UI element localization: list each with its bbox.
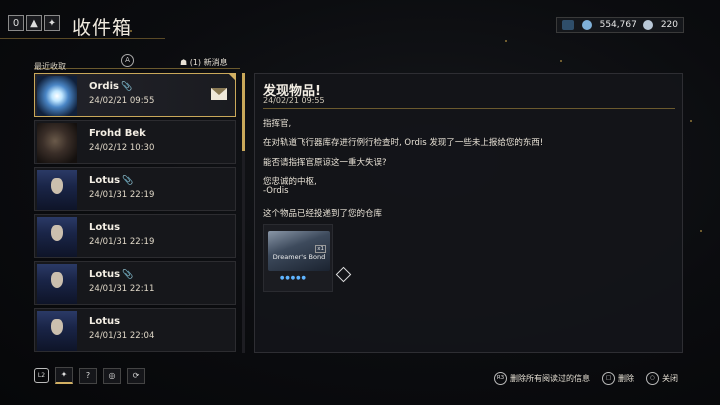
- delete-label: 删除: [618, 374, 634, 383]
- avatar-lotus: [37, 311, 77, 351]
- avatar-lotus: [37, 170, 77, 210]
- platinum-icon: [642, 20, 653, 30]
- footer-tab-target[interactable]: ◎: [103, 367, 121, 384]
- credits-value: 554,767: [599, 20, 637, 30]
- message-date: 24/01/31 22:11: [89, 284, 155, 294]
- plus-icon[interactable]: ✦: [44, 15, 60, 31]
- message-date: 24/01/31 22:04: [89, 331, 155, 341]
- message-sender: Lotus 📎: [89, 175, 134, 186]
- message-list[interactable]: Ordis 📎 24/02/21 09:55 Frohd Bek 24/02/12…: [34, 73, 238, 353]
- message-date: 24/02/12 10:30: [89, 143, 155, 153]
- footer-actions: R3 删除所有阅读过的信息 □ 删除 ○ 关闭: [494, 372, 678, 385]
- message-sender: Lotus: [89, 316, 121, 327]
- message-detail-date: 24/02/21 09:55: [263, 96, 325, 105]
- avatar-lotus: [37, 264, 77, 304]
- message-body-line: -Ordis: [263, 186, 289, 196]
- message-item[interactable]: Lotus 📎 24/01/31 22:11: [34, 261, 236, 305]
- message-sender: Ordis 📎: [89, 81, 133, 92]
- delete-button[interactable]: □ 删除: [602, 372, 634, 385]
- selected-corner-mark: [228, 73, 236, 81]
- close-button[interactable]: ○ 关闭: [646, 372, 678, 385]
- attachment-icon: 📎: [122, 176, 134, 186]
- message-date: 24/02/21 09:55: [89, 96, 155, 106]
- avatar-lotus: [37, 217, 77, 257]
- message-body-line: 在对轨道飞行器库存进行例行检查时, Ordis 发现了一些未上报给您的东西!: [263, 138, 544, 148]
- platinum-value: 220: [660, 20, 678, 30]
- sort-label: 最近收取: [34, 62, 66, 71]
- attachment-icon: 📎: [122, 270, 134, 280]
- message-sender: Frohd Bek: [89, 128, 146, 139]
- message-date: 24/01/31 22:19: [89, 237, 155, 247]
- unread-envelope-icon: [211, 88, 227, 100]
- item-info-diamond-icon[interactable]: [335, 266, 352, 283]
- message-date: 24/01/31 22:19: [89, 190, 155, 200]
- message-list-scrollbar[interactable]: [242, 73, 245, 353]
- account-icon: [561, 20, 574, 30]
- square-key-icon: □: [602, 372, 615, 385]
- scrollbar-thumb[interactable]: [242, 73, 245, 151]
- message-sender: Lotus 📎: [89, 269, 134, 280]
- item-name: Dreamer's Bond: [272, 253, 326, 261]
- footer-nav: L2 ✦ ? ◎ ⟳: [34, 367, 145, 384]
- item-quantity-tag: x1: [315, 245, 326, 253]
- title-divider: [0, 38, 165, 39]
- credits-icon: [581, 20, 592, 30]
- footer-tab-home[interactable]: ✦: [55, 367, 73, 384]
- message-sender: Lotus: [89, 222, 121, 233]
- message-body-line: 这个物品已经投递到了您的仓库: [263, 209, 383, 219]
- close-label: 关闭: [662, 374, 678, 383]
- r3-key-icon: R3: [494, 372, 507, 385]
- message-item[interactable]: Lotus 📎 24/01/31 22:19: [34, 167, 236, 211]
- circle-key-icon: ○: [646, 372, 659, 385]
- message-item[interactable]: Frohd Bek 24/02/12 10:30: [34, 120, 236, 164]
- message-body-line: 能否请指挥官原谅这一重大失误?: [263, 158, 387, 168]
- currency-bar: 554,767 220: [555, 17, 684, 33]
- item-rank-dots: ●●●●●: [280, 275, 307, 281]
- people-icon: ☗: [180, 58, 190, 67]
- l2-button-icon[interactable]: L2: [34, 368, 49, 383]
- avatar-frohd-bek: [37, 123, 77, 163]
- delete-read-button[interactable]: R3 删除所有阅读过的信息: [494, 372, 590, 385]
- page-title: 收件箱: [72, 17, 133, 39]
- message-detail-panel: 发现物品! 24/02/21 09:55 指挥官, 在对轨道飞行器库存进行例行检…: [254, 73, 683, 353]
- info-icon[interactable]: 0: [8, 15, 24, 31]
- message-item[interactable]: Lotus 24/01/31 22:19: [34, 214, 236, 258]
- avatar-ordis: [37, 76, 77, 116]
- footer-tab-help[interactable]: ?: [79, 367, 97, 384]
- new-message-label: (1) 新消息: [189, 58, 228, 67]
- attached-item-card[interactable]: x1 Dreamer's Bond ●●●●●: [263, 224, 333, 292]
- top-icon-group: 0 ▲ ✦: [8, 15, 60, 31]
- footer-tab-refresh[interactable]: ⟳: [127, 367, 145, 384]
- sort-toggle-icon[interactable]: A: [121, 54, 134, 67]
- delete-read-label: 删除所有阅读过的信息: [510, 374, 590, 383]
- new-message-count: ☗ (1) 新消息: [180, 57, 228, 68]
- message-item[interactable]: Ordis 📎 24/02/21 09:55: [34, 73, 236, 117]
- home-icon[interactable]: ▲: [26, 15, 42, 31]
- message-item[interactable]: Lotus 24/01/31 22:04: [34, 308, 236, 352]
- message-body-line: 指挥官,: [263, 119, 292, 129]
- attachment-icon: 📎: [120, 82, 133, 92]
- detail-divider: [263, 108, 675, 109]
